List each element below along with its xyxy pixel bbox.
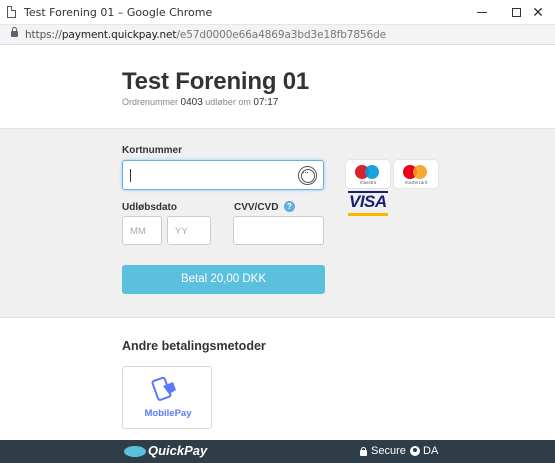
address-bar[interactable]: https://payment.quickpay.net/e57d0000e66…: [0, 25, 555, 45]
mobilepay-option[interactable]: MobilePay: [122, 366, 212, 429]
maestro-label: maestro: [359, 180, 377, 185]
secure-label: Secure: [371, 445, 406, 457]
expiry-label: Udløbsdato: [122, 202, 177, 213]
url-host: payment.quickpay.net: [61, 29, 177, 41]
card-form-section: Kortnummer Udløbsdato CVV/CVD ? MM YY Be…: [0, 128, 555, 318]
maestro-blue-circle: [365, 165, 379, 179]
order-number: 0403: [180, 97, 203, 108]
expiry-month-placeholder: MM: [130, 226, 146, 237]
globe-icon[interactable]: [410, 446, 420, 456]
mastercard-orange-circle: [413, 165, 427, 179]
secure-lock-icon: [360, 447, 367, 456]
mobilepay-label: MobilePay: [144, 408, 192, 419]
language-selector[interactable]: DA: [423, 445, 438, 457]
pay-button[interactable]: Betal 20,00 DKK: [122, 265, 325, 294]
mastercard-label: mastercard: [404, 180, 428, 185]
expires-time: 07:17: [253, 97, 279, 108]
url-text[interactable]: https://payment.quickpay.net/e57d0000e66…: [25, 29, 386, 41]
mobilepay-icon: [151, 376, 176, 401]
close-icon: ✕: [532, 4, 544, 21]
window-title: Test Forening 01 – Google Chrome: [24, 6, 213, 19]
expires-label: udløber om: [205, 97, 251, 107]
alternative-methods-title: Andre betalingsmetoder: [122, 339, 266, 353]
expiry-year-input[interactable]: YY: [167, 216, 211, 245]
expiry-month-input[interactable]: MM: [122, 216, 162, 245]
payment-page: Test Forening 01 Ordrenummer 0403 udløbe…: [0, 45, 555, 463]
cvv-label: CVV/CVD: [234, 202, 279, 213]
quickpay-logo-icon: [124, 446, 146, 457]
order-info: Ordrenummer 0403 udløber om 07:17: [122, 97, 278, 108]
maximize-icon: [511, 8, 521, 17]
window-titlebar: Test Forening 01 – Google Chrome ✕: [0, 0, 555, 25]
page-icon: [7, 6, 16, 18]
minimize-icon: [477, 12, 487, 13]
cvv-input[interactable]: [233, 216, 324, 245]
card-number-label: Kortnummer: [122, 145, 183, 156]
url-protocol: https://: [25, 29, 62, 41]
expiry-year-placeholder: YY: [175, 226, 188, 237]
quickpay-brand: QuickPay: [148, 443, 208, 458]
order-label: Ordrenummer: [122, 97, 179, 107]
maestro-logo: maestro: [346, 160, 390, 188]
minimize-button[interactable]: [465, 0, 499, 25]
url-path: /e57d0000e66a4869a3bd3e18fb7856de: [176, 29, 387, 41]
page-title: Test Forening 01: [122, 68, 310, 95]
help-icon[interactable]: ?: [284, 201, 295, 212]
visa-label: VISA: [349, 192, 387, 211]
visa-logo: VISA: [346, 191, 390, 219]
footer: QuickPay Secure DA: [0, 440, 555, 463]
close-button[interactable]: ✕: [521, 0, 555, 25]
mastercard-logo: mastercard: [394, 160, 438, 188]
card-scan-icon: [298, 166, 317, 185]
card-number-input[interactable]: [122, 160, 324, 190]
visa-bottom-bar: [348, 213, 388, 216]
text-caret: [130, 169, 131, 182]
lock-icon[interactable]: [11, 27, 18, 37]
